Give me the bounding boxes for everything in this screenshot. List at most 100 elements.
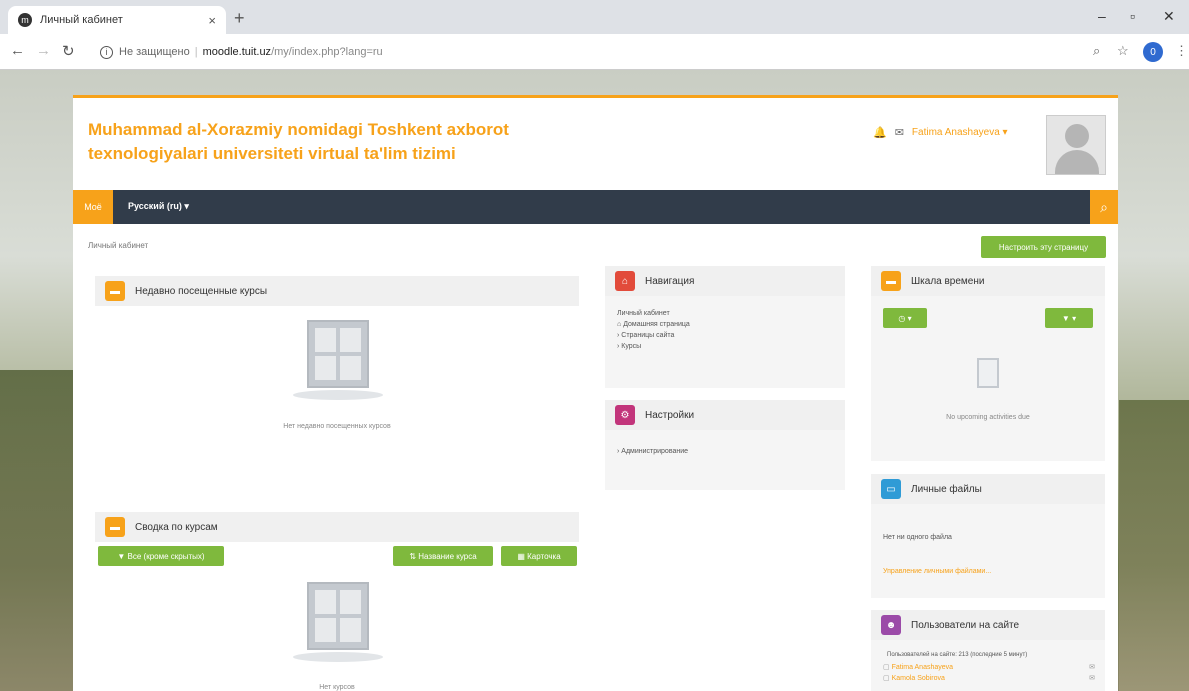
filter-icon: ▼ xyxy=(117,551,128,561)
minimize-icon[interactable]: – xyxy=(1098,8,1106,24)
recent-courses-empty-text: Нет недавно посещенных курсов xyxy=(283,423,391,430)
online-user-link[interactable]: ▢ Kamola Sobirova xyxy=(883,673,945,684)
nav-home-link[interactable]: Моё xyxy=(73,190,113,224)
course-overview-header: ▬ Сводка по курсам xyxy=(95,512,579,542)
zoom-icon[interactable]: ⌕ xyxy=(1093,43,1100,59)
nav-item-dashboard[interactable]: Личный кабинет xyxy=(617,308,690,319)
online-user-row: ▢ Fatima Anashayeva ✉ xyxy=(883,662,1095,673)
timeline-header: ▬ Шкала времени xyxy=(871,266,1105,296)
recent-courses-block: ▬ Недавно посещенные курсы xyxy=(95,276,579,306)
message-user-icon[interactable]: ✉ xyxy=(1089,673,1095,684)
filter-dropdown-button[interactable]: ▼ Все (кроме скрытых) xyxy=(98,546,224,566)
bookmark-star-icon[interactable]: ☆ xyxy=(1117,43,1129,59)
messages-icon[interactable]: ✉ xyxy=(895,126,904,139)
browser-tab[interactable]: m Личный кабинет × xyxy=(8,6,226,34)
moodle-page: Muhammad al-Xorazmiy nomidagi Toshkent a… xyxy=(73,95,1118,691)
timeline-empty-icon xyxy=(977,358,999,388)
nav-item-home-label: Домашняя страница xyxy=(623,321,690,328)
customise-page-button[interactable]: Настроить эту страницу xyxy=(981,236,1106,258)
browser-menu-icon[interactable]: ⋮ xyxy=(1175,43,1188,59)
user-icon: ▢ xyxy=(883,675,892,682)
timeline-block: ▬ Шкала времени ◷ ▾ ▼ ▾ No upcoming acti… xyxy=(871,266,1105,461)
private-files-empty-text: Нет ни одного файла xyxy=(883,534,952,541)
course-overview-block: ▬ Сводка по курсам xyxy=(95,512,579,542)
sort-dropdown-button[interactable]: ⇅ Название курса xyxy=(393,546,493,566)
user-menu[interactable]: 🔔 ✉ Fatima Anashayeva ▾ xyxy=(873,126,1008,139)
settings-item-administration[interactable]: › Администрирование xyxy=(617,446,688,457)
settings-header: ⚙ Настройки xyxy=(605,400,845,430)
breadcrumb[interactable]: Личный кабинет xyxy=(88,241,148,250)
user-avatar[interactable] xyxy=(1046,115,1106,175)
moodle-favicon-icon: m xyxy=(18,13,32,27)
online-user-name: Fatima Anashayeva xyxy=(891,664,954,671)
manage-files-link[interactable]: Управление личными файлами... xyxy=(883,566,991,577)
settings-gear-icon: ⚙ xyxy=(615,405,635,425)
site-title[interactable]: Muhammad al-Xorazmiy nomidagi Toshkent a… xyxy=(88,118,568,166)
view-dropdown-button[interactable]: ▦ Карточка xyxy=(501,546,577,566)
navigation-title: Навигация xyxy=(645,275,695,287)
private-files-header: ▭ Личные файлы xyxy=(871,474,1105,504)
sort-icon: ⇅ xyxy=(409,551,419,561)
timeline-time-filter-button[interactable]: ◷ ▾ xyxy=(883,308,927,328)
info-icon[interactable]: i xyxy=(100,45,113,59)
timeline-sort-button[interactable]: ▼ ▾ xyxy=(1045,308,1093,328)
folder-icon: ▭ xyxy=(881,479,901,499)
reload-icon[interactable]: ↻ xyxy=(62,42,75,60)
nav-item-site-pages[interactable]: › Страницы сайта xyxy=(617,330,690,341)
online-users-header: ☻ Пользователи на сайте xyxy=(871,610,1105,640)
browser-profile-avatar[interactable]: 0 xyxy=(1143,42,1163,62)
address-domain: moodle.tuit.uz xyxy=(202,46,272,58)
block-icon: ▬ xyxy=(105,281,125,301)
settings-item-label: Администрирование xyxy=(621,448,689,455)
forward-arrow-icon[interactable]: → xyxy=(36,42,51,59)
settings-block: ⚙ Настройки › Администрирование xyxy=(605,400,845,490)
back-arrow-icon[interactable]: ← xyxy=(10,42,25,59)
message-user-icon[interactable]: ✉ xyxy=(1089,662,1095,673)
nav-item-site-pages-label: Страницы сайта xyxy=(621,332,675,339)
browser-toolbar: ← → ↻ i Не защищено | moodle.tuit.uz /my… xyxy=(0,34,1189,70)
timeline-empty-text: No upcoming activities due xyxy=(946,414,1030,421)
block-icon: ▬ xyxy=(105,517,125,537)
user-name[interactable]: Fatima Anashayeva xyxy=(912,127,1000,138)
maximize-icon[interactable]: ▫ xyxy=(1130,8,1135,24)
search-icon[interactable]: ⌕ xyxy=(1090,190,1118,224)
address-bar[interactable]: i Не защищено | moodle.tuit.uz /my/index… xyxy=(100,40,1100,64)
timeline-title: Шкала времени xyxy=(911,275,985,287)
online-user-link[interactable]: ▢ Fatima Anashayeva xyxy=(883,662,953,673)
recent-courses-title: Недавно посещенные курсы xyxy=(135,285,268,297)
user-icon: ▢ xyxy=(883,664,892,671)
browser-tab-bar: m Личный кабинет × + – ▫ ✕ xyxy=(0,0,1189,34)
online-users-summary: Пользователей на сайте: 213 (последние 5… xyxy=(887,652,1028,658)
course-overview-empty-text: Нет курсов xyxy=(319,684,355,691)
online-users-list: ▢ Fatima Anashayeva ✉ ▢ Kamola Sobirova … xyxy=(883,662,1095,684)
avatar-head xyxy=(1065,124,1089,148)
users-icon: ☻ xyxy=(881,615,901,635)
view-label: Карточка xyxy=(527,551,561,561)
settings-list: › Администрирование xyxy=(617,446,688,457)
private-files-title: Личные файлы xyxy=(911,483,982,495)
navigation-header: ⌂ Навигация xyxy=(605,266,845,296)
online-user-row: ▢ Kamola Sobirova ✉ xyxy=(883,673,1095,684)
notifications-bell-icon[interactable]: 🔔 xyxy=(873,126,887,139)
nav-item-home[interactable]: ⌂ Домашняя страница xyxy=(617,319,690,330)
settings-title: Настройки xyxy=(645,409,695,421)
private-files-block: ▭ Личные файлы Нет ни одного файла Управ… xyxy=(871,474,1105,598)
new-tab-button[interactable]: + xyxy=(234,8,245,29)
address-path: /my/index.php?lang=ru xyxy=(271,46,383,58)
timeline-icon: ▬ xyxy=(881,271,901,291)
online-user-name: Kamola Sobirova xyxy=(891,675,945,682)
tab-close-icon[interactable]: × xyxy=(208,13,216,28)
course-overview-title: Сводка по курсам xyxy=(135,521,218,533)
filter-label: Все (кроме скрытых) xyxy=(127,551,205,561)
card-view-icon: ▦ xyxy=(517,551,528,561)
empty-courses-illustration xyxy=(293,320,383,400)
empty-overview-illustration xyxy=(293,582,383,662)
close-window-icon[interactable]: ✕ xyxy=(1163,8,1175,25)
recent-courses-header: ▬ Недавно посещенные курсы xyxy=(95,276,579,306)
avatar-body xyxy=(1055,150,1099,174)
nav-item-courses[interactable]: › Курсы xyxy=(617,341,690,352)
user-menu-caret-icon[interactable]: ▾ xyxy=(1000,127,1008,138)
tab-title: Личный кабинет xyxy=(40,14,123,26)
language-menu[interactable]: Русский (ru) ▾ xyxy=(128,201,189,212)
navigation-block: ⌂ Навигация Личный кабинет ⌂ Домашняя ст… xyxy=(605,266,845,388)
